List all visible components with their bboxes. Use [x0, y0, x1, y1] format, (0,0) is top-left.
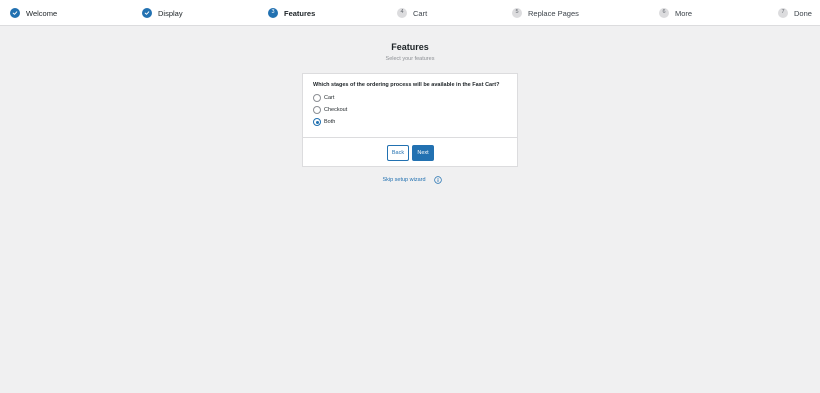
step-cart[interactable]: 4 Cart [397, 0, 427, 26]
step-number-badge: 5 [512, 8, 522, 18]
checkmark-icon [10, 8, 20, 18]
checkmark-icon [142, 8, 152, 18]
step-number-badge: 7 [778, 8, 788, 18]
radio-label: Checkout [324, 107, 348, 113]
step-label: Display [158, 8, 183, 18]
step-welcome[interactable]: Welcome [10, 0, 57, 26]
radio-label: Both [324, 119, 336, 125]
step-number-badge: 6 [659, 8, 669, 18]
page-subtitle: Select your features [385, 56, 435, 62]
radio-option-both[interactable]: Both [313, 118, 335, 126]
step-display[interactable]: Display [142, 0, 183, 26]
setup-wizard-stepper: Welcome Display 3 Features 4 Cart 5 Repl… [0, 0, 820, 26]
step-number-badge: 4 [397, 8, 407, 18]
step-done[interactable]: 7 Done [778, 0, 812, 26]
step-label: Cart [413, 8, 428, 18]
step-features[interactable]: 3 Features [268, 0, 315, 26]
step-label: More [675, 8, 693, 18]
features-card: Which stages of the ordering process wil… [302, 73, 518, 167]
radio-option-cart[interactable]: Cart [313, 94, 334, 102]
step-number-badge: 3 [268, 8, 278, 18]
card-actions: Back Next [303, 138, 517, 168]
skip-setup-wizard-link[interactable]: Skip setup wizard [382, 177, 425, 183]
step-label: Replace Pages [528, 8, 579, 18]
step-label: Features [284, 8, 316, 18]
page-title: Features [391, 42, 429, 52]
info-icon[interactable] [433, 176, 442, 184]
radio-option-checkout[interactable]: Checkout [313, 106, 347, 114]
question-label: Which stages of the ordering process wil… [313, 82, 500, 88]
radio-label: Cart [324, 95, 335, 101]
radio-button[interactable] [313, 106, 321, 114]
back-button[interactable]: Back [387, 145, 409, 161]
step-replace-pages[interactable]: 5 Replace Pages [512, 0, 579, 26]
radio-button-selected[interactable] [313, 118, 321, 126]
next-button[interactable]: Next [412, 145, 434, 161]
step-label: Done [794, 8, 812, 18]
features-form: Which stages of the ordering process wil… [303, 74, 517, 138]
radio-button[interactable] [313, 94, 321, 102]
step-more[interactable]: 6 More [659, 0, 692, 26]
step-label: Welcome [26, 8, 58, 18]
skip-wizard-row: Skip setup wizard [0, 176, 820, 184]
